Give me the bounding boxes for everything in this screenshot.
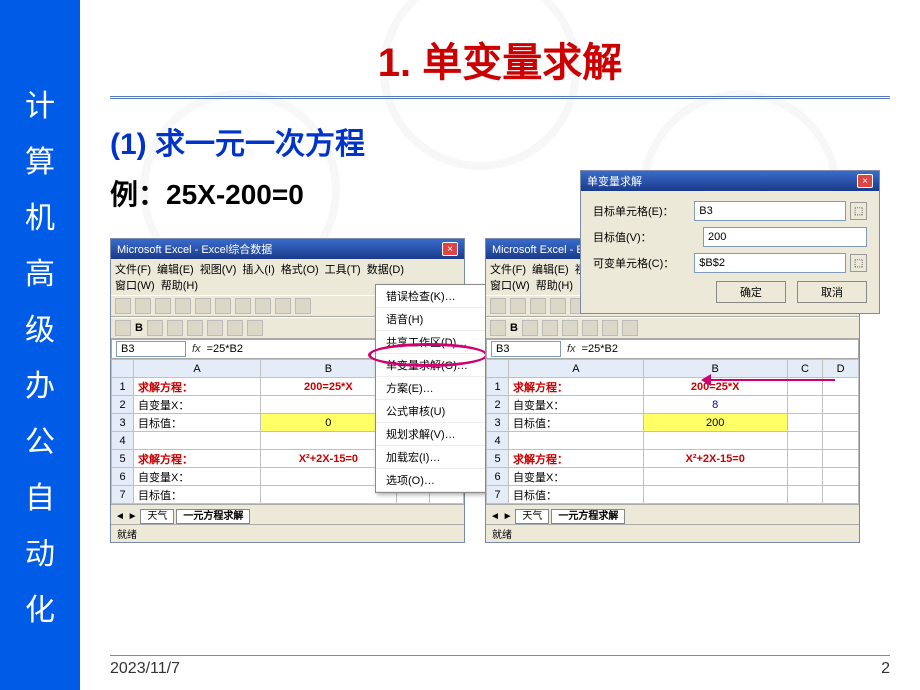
arrow-annotation bbox=[705, 379, 835, 381]
menu-item[interactable]: 共享工作区(D)… bbox=[376, 331, 489, 354]
sidebar-char: 机 bbox=[25, 193, 55, 237]
tools-dropdown[interactable]: 错误检查(K)…语音(H)共享工作区(D)…单变量求解(G)…方案(E)…公式审… bbox=[375, 284, 490, 493]
name-box[interactable]: B3 bbox=[116, 341, 186, 357]
name-box[interactable]: B3 bbox=[491, 341, 561, 357]
subheading: (1) 求一元一次方程 bbox=[110, 119, 890, 163]
menu-item[interactable]: 错误检查(K)… bbox=[376, 285, 489, 308]
menu-item[interactable]: 方案(E)… bbox=[376, 377, 489, 400]
sidebar-char: 化 bbox=[25, 585, 55, 629]
menu-item[interactable]: 语音(H) bbox=[376, 308, 489, 331]
ok-button[interactable]: 确定 bbox=[716, 281, 786, 303]
sidebar-char: 算 bbox=[25, 137, 55, 181]
cancel-button[interactable]: 取消 bbox=[797, 281, 867, 303]
sidebar-char: 自 bbox=[25, 473, 55, 517]
divider bbox=[110, 96, 890, 99]
formula-text: =25*B2 bbox=[207, 343, 243, 355]
menu-item[interactable]: 规划求解(V)… bbox=[376, 423, 489, 446]
target-value-label: 目标值(V)： bbox=[593, 229, 703, 245]
sidebar-char: 公 bbox=[25, 417, 55, 461]
changing-cell-input[interactable] bbox=[694, 253, 846, 273]
slide-title: 1. 单变量求解 bbox=[110, 30, 890, 88]
formula-bar[interactable]: B3 fx =25*B2 bbox=[486, 339, 859, 359]
status-bar: 就绪 bbox=[111, 524, 464, 542]
goal-seek-dialog[interactable]: 单变量求解 × 目标单元格(E)： ⬚ 目标值(V)： 可变单元格(C)： ⬚ … bbox=[580, 170, 880, 314]
sidebar-char: 高 bbox=[25, 249, 55, 293]
menu-item[interactable]: 选项(O)… bbox=[376, 469, 489, 492]
sidebar-char: 办 bbox=[25, 361, 55, 405]
close-icon[interactable]: × bbox=[857, 174, 873, 188]
formula-text: =25*B2 bbox=[582, 343, 618, 355]
target-cell-label: 目标单元格(E)： bbox=[593, 203, 694, 219]
fx-icon[interactable]: fx bbox=[567, 343, 576, 355]
window-titlebar[interactable]: Microsoft Excel - Excel综合数据 × bbox=[111, 239, 464, 259]
close-icon[interactable]: × bbox=[442, 242, 458, 256]
window-title: Microsoft Excel - Excel综合数据 bbox=[117, 241, 272, 257]
format-toolbar[interactable]: B bbox=[486, 317, 859, 339]
footer-page: 2 bbox=[881, 660, 890, 678]
sidebar: 计算机高级办公自动化 bbox=[0, 0, 80, 690]
menu-item[interactable]: 公式审核(U) bbox=[376, 400, 489, 423]
range-picker-icon[interactable]: ⬚ bbox=[850, 202, 867, 220]
range-picker-icon[interactable]: ⬚ bbox=[850, 254, 867, 272]
changing-cell-label: 可变单元格(C)： bbox=[593, 255, 694, 271]
dialog-title: 单变量求解 bbox=[587, 173, 642, 189]
sidebar-char: 动 bbox=[25, 529, 55, 573]
menu-item[interactable]: 加载宏(I)… bbox=[376, 446, 489, 469]
status-bar: 就绪 bbox=[486, 524, 859, 542]
fx-icon[interactable]: fx bbox=[192, 343, 201, 355]
sidebar-char: 计 bbox=[25, 81, 55, 125]
footer-date: 2023/11/7 bbox=[110, 660, 180, 678]
sheet-tabs[interactable]: ◄ ► 天气一元方程求解 bbox=[111, 504, 464, 524]
menu-item[interactable]: 单变量求解(G)… bbox=[376, 354, 489, 377]
dialog-titlebar[interactable]: 单变量求解 × bbox=[581, 171, 879, 191]
target-cell-input[interactable] bbox=[694, 201, 846, 221]
target-value-input[interactable] bbox=[703, 227, 867, 247]
sidebar-char: 级 bbox=[25, 305, 55, 349]
sheet-tabs[interactable]: ◄ ► 天气一元方程求解 bbox=[486, 504, 859, 524]
slide-footer: 2023/11/7 2 bbox=[110, 655, 890, 678]
